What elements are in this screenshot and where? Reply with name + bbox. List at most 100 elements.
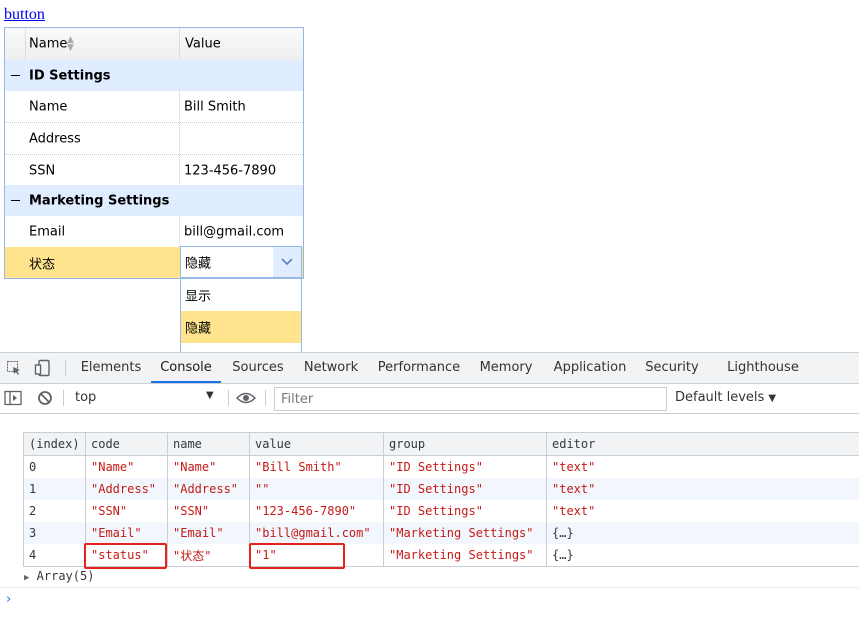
property-name: 状态 <box>29 253 55 272</box>
combobox-dropdown: 显示 隐藏 <box>180 278 302 353</box>
property-row-ssn[interactable]: SSN 123-456-7890 <box>5 155 303 187</box>
dropdown-option-show[interactable]: 显示 <box>181 279 301 311</box>
value-column-label: Value <box>185 37 221 52</box>
col-header-name[interactable]: name <box>168 433 250 456</box>
tab-performance[interactable]: Performance <box>376 353 462 383</box>
combobox-value: 隐藏 <box>185 253 211 272</box>
console-divider <box>0 587 859 588</box>
levels-label: Default levels <box>675 390 764 405</box>
cell-editor: "text" <box>547 478 859 500</box>
group-marketing-settings[interactable]: Marketing Settings <box>5 185 303 216</box>
cell-group: "Marketing Settings" <box>384 522 547 544</box>
property-row-email[interactable]: Email bill@gmail.com <box>5 216 303 248</box>
array-summary-label: Array(5) <box>37 569 95 583</box>
filter-input-wrapper <box>274 387 667 411</box>
dropdown-arrow-icon: ▼ <box>768 393 776 404</box>
tab-sources[interactable]: Sources <box>228 353 288 383</box>
default-levels-dropdown[interactable]: Default levels ▼ <box>675 390 776 405</box>
col-header-code[interactable]: code <box>86 433 168 456</box>
status-combobox[interactable]: 隐藏 <box>180 246 302 278</box>
cell-editor: "text" <box>547 500 859 522</box>
col-header-group[interactable]: group <box>384 433 547 456</box>
highlight-box-status-value <box>249 543 345 569</box>
device-toolbar-icon[interactable] <box>34 359 52 381</box>
collapse-icon[interactable] <box>11 200 20 201</box>
group-label: ID Settings <box>29 68 111 83</box>
filter-input[interactable] <box>279 388 663 410</box>
cell-name: "Email" <box>168 522 250 544</box>
tab-application[interactable]: Application <box>550 353 630 383</box>
expand-triangle-icon[interactable]: ▶ <box>24 573 29 583</box>
cell-group: "ID Settings" <box>384 500 547 522</box>
group-label: Marketing Settings <box>29 193 169 208</box>
option-label: 显示 <box>185 286 211 305</box>
clear-console-icon[interactable] <box>37 390 53 410</box>
table-row: 3 "Email" "Email" "bill@gmail.com" "Mark… <box>24 522 859 544</box>
top-button-link[interactable]: button <box>4 6 45 24</box>
inspect-element-icon[interactable] <box>6 360 22 380</box>
context-selector[interactable]: top ▼ <box>70 387 220 409</box>
property-name: SSN <box>29 163 55 178</box>
table-header-row: (index) code name value group editor <box>24 433 859 456</box>
dropdown-arrow-icon: ▼ <box>206 390 214 401</box>
highlight-box-status-code <box>84 543 167 569</box>
property-grid: Name ▲▼ Value ID Settings Name Bill Smit… <box>4 27 304 279</box>
name-column-label: Name <box>29 37 67 52</box>
option-label: 隐藏 <box>185 318 211 337</box>
sort-icon[interactable]: ▲▼ <box>67 36 74 52</box>
table-row: 2 "SSN" "SSN" "123-456-7890" "ID Setting… <box>24 500 859 522</box>
name-column-header[interactable]: Name ▲▼ <box>25 28 180 60</box>
table-row: 0 "Name" "Name" "Bill Smith" "ID Setting… <box>24 456 859 479</box>
tab-lighthouse[interactable]: Lighthouse <box>724 353 802 383</box>
cell-name: "Name" <box>168 456 250 479</box>
tab-memory[interactable]: Memory <box>476 353 536 383</box>
cell-value: "Bill Smith" <box>250 456 384 479</box>
context-value: top <box>75 390 96 405</box>
array-summary[interactable]: ▶ Array(5) <box>24 569 94 583</box>
grid-header: Name ▲▼ Value <box>5 28 303 61</box>
live-expression-eye-icon[interactable] <box>236 391 256 409</box>
group-id-settings[interactable]: ID Settings <box>5 60 303 91</box>
cell-editor: "text" <box>547 456 859 479</box>
col-header-value[interactable]: value <box>250 433 384 456</box>
table-row: 1 "Address" "Address" "" "ID Settings" "… <box>24 478 859 500</box>
property-name: Email <box>29 224 65 239</box>
cell-value: "123-456-7890" <box>250 500 384 522</box>
tab-network[interactable]: Network <box>300 353 362 383</box>
property-name: Address <box>29 131 81 146</box>
cell-group: "ID Settings" <box>384 456 547 479</box>
tab-security[interactable]: Security <box>642 353 702 383</box>
grid-header-gutter <box>5 28 26 60</box>
console-toolbar: top ▼ Default levels ▼ <box>0 384 859 414</box>
cell-editor[interactable]: {…} <box>547 544 859 567</box>
property-name: Name <box>29 99 67 114</box>
tab-elements[interactable]: Elements <box>78 353 144 383</box>
cell-index: 0 <box>24 456 86 479</box>
property-row-name[interactable]: Name Bill Smith <box>5 91 303 123</box>
cell-code: "SSN" <box>86 500 168 522</box>
property-value[interactable]: bill@gmail.com <box>184 224 284 239</box>
property-value[interactable]: 123-456-7890 <box>184 163 276 178</box>
dropdown-option-hide[interactable]: 隐藏 <box>181 311 301 343</box>
cell-group: "Marketing Settings" <box>384 544 547 567</box>
cell-code: "Email" <box>86 522 168 544</box>
collapse-icon[interactable] <box>11 75 20 76</box>
cell-editor[interactable]: {…} <box>547 522 859 544</box>
col-header-index[interactable]: (index) <box>24 433 86 456</box>
console-prompt-icon[interactable]: › <box>6 592 11 607</box>
cell-index: 2 <box>24 500 86 522</box>
show-sidebar-icon[interactable] <box>4 390 22 410</box>
cell-index: 3 <box>24 522 86 544</box>
property-row-address[interactable]: Address <box>5 123 303 155</box>
col-header-editor[interactable]: editor <box>547 433 859 456</box>
chevron-down-icon[interactable] <box>273 247 301 277</box>
cell-index: 4 <box>24 544 86 567</box>
cell-name: "SSN" <box>168 500 250 522</box>
cell-index: 1 <box>24 478 86 500</box>
cell-name: "状态" <box>168 544 250 567</box>
cell-group: "ID Settings" <box>384 478 547 500</box>
tab-console[interactable]: Console <box>151 353 221 383</box>
cell-value: "bill@gmail.com" <box>250 522 384 544</box>
devtools-tab-bar: Elements Console Sources Network Perform… <box>0 353 859 384</box>
property-value[interactable]: Bill Smith <box>184 99 246 114</box>
